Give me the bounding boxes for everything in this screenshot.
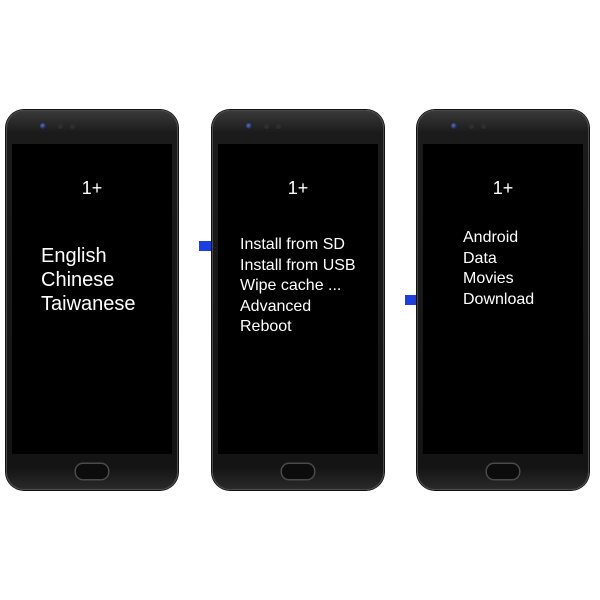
front-camera-icon <box>40 123 46 129</box>
sensor-icon <box>70 124 75 129</box>
top-bezel <box>6 110 178 144</box>
menu-item-install-from-sd[interactable]: Install from SD <box>240 235 356 256</box>
home-button[interactable] <box>487 464 519 479</box>
home-button[interactable] <box>282 464 314 479</box>
menu-item-advanced[interactable]: Advanced <box>240 297 356 318</box>
language-menu: English Chinese Taiwanese <box>41 244 136 316</box>
folder-menu: Android Data Movies Download <box>463 228 534 310</box>
menu-item-data[interactable]: Data <box>463 249 534 270</box>
top-bezel <box>417 110 589 144</box>
menu-item-chinese[interactable]: Chinese <box>41 268 136 292</box>
menu-item-android[interactable]: Android <box>463 228 534 249</box>
sensor-icon <box>469 124 474 129</box>
home-button[interactable] <box>76 464 108 479</box>
front-camera-icon <box>246 123 252 129</box>
screen: 1+ Install from SD Install from USB Wipe… <box>218 144 378 454</box>
sensor-icon <box>481 124 486 129</box>
menu-item-wipe-cache[interactable]: Wipe cache ... <box>240 276 356 297</box>
screen: 1+ Android Data Movies Download <box>423 144 583 454</box>
brand-logo: 1+ <box>81 178 103 198</box>
front-camera-icon <box>451 123 457 129</box>
menu-item-taiwanese[interactable]: Taiwanese <box>41 292 136 316</box>
menu-item-reboot[interactable]: Reboot <box>240 317 356 338</box>
sensor-icon <box>58 124 63 129</box>
phone-recovery-menu: 1+ Install from SD Install from USB Wipe… <box>212 110 384 490</box>
menu-item-movies[interactable]: Movies <box>463 269 534 290</box>
sensor-icon <box>276 124 281 129</box>
phone-folder-select: 1+ Android Data Movies Download <box>417 110 589 490</box>
menu-item-install-from-usb[interactable]: Install from USB <box>240 256 356 277</box>
sensor-icon <box>264 124 269 129</box>
top-bezel <box>212 110 384 144</box>
brand-logo: 1+ <box>287 178 309 198</box>
screen: 1+ English Chinese Taiwanese <box>12 144 172 454</box>
brand-logo: 1+ <box>492 178 514 198</box>
phone-language-select: 1+ English Chinese Taiwanese <box>6 110 178 490</box>
menu-item-english[interactable]: English <box>41 244 136 268</box>
recovery-menu: Install from SD Install from USB Wipe ca… <box>240 235 356 338</box>
menu-item-download[interactable]: Download <box>463 290 534 311</box>
